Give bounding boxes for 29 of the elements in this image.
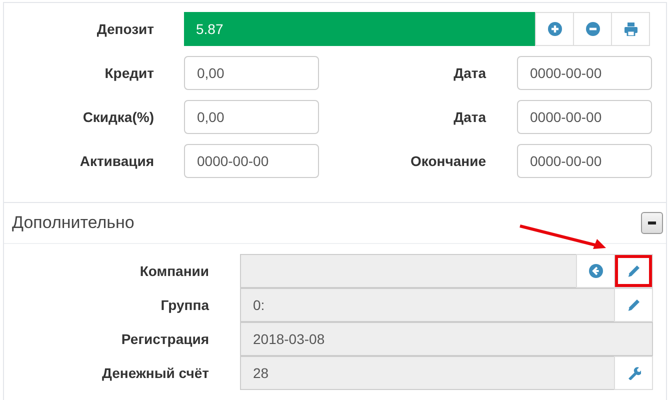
- pencil-icon: [626, 264, 640, 278]
- field-label: Окончание: [410, 152, 486, 170]
- field-label: Депозит: [96, 20, 154, 39]
- icon-button[interactable]: [535, 12, 574, 46]
- field-label: Активация: [78, 152, 154, 171]
- input-field[interactable]: 0,00: [184, 100, 319, 134]
- minus-circle-icon: [586, 22, 600, 36]
- arrow-left-circle-icon: [588, 264, 602, 278]
- field-label: Денежный счёт: [100, 364, 209, 383]
- field-label: Регистрация: [120, 330, 209, 349]
- input-field[interactable]: 0000-00-00: [517, 144, 652, 178]
- field-label: Дата: [452, 108, 486, 127]
- wrench-icon: [626, 366, 640, 380]
- print-icon: [624, 22, 638, 36]
- input-field[interactable]: 0,00: [184, 56, 319, 90]
- input-field[interactable]: 0000-00-00: [517, 100, 652, 134]
- section-title: Дополнительно: [12, 212, 134, 234]
- field-label: Компании: [138, 262, 209, 280]
- field-label: Группа: [160, 296, 209, 315]
- icon-button[interactable]: [611, 12, 650, 46]
- field-label: Дата: [452, 64, 486, 83]
- field-label: Скидка(%): [82, 108, 154, 127]
- collapse-button[interactable]: [641, 212, 663, 234]
- plus-circle-icon: [548, 22, 562, 36]
- input-field[interactable]: 0000-00-00: [184, 144, 319, 178]
- icon-button[interactable]: [573, 12, 612, 46]
- pencil-icon: [626, 298, 640, 312]
- input-field[interactable]: 0000-00-00: [517, 56, 652, 90]
- field-label: Кредит: [104, 64, 154, 83]
